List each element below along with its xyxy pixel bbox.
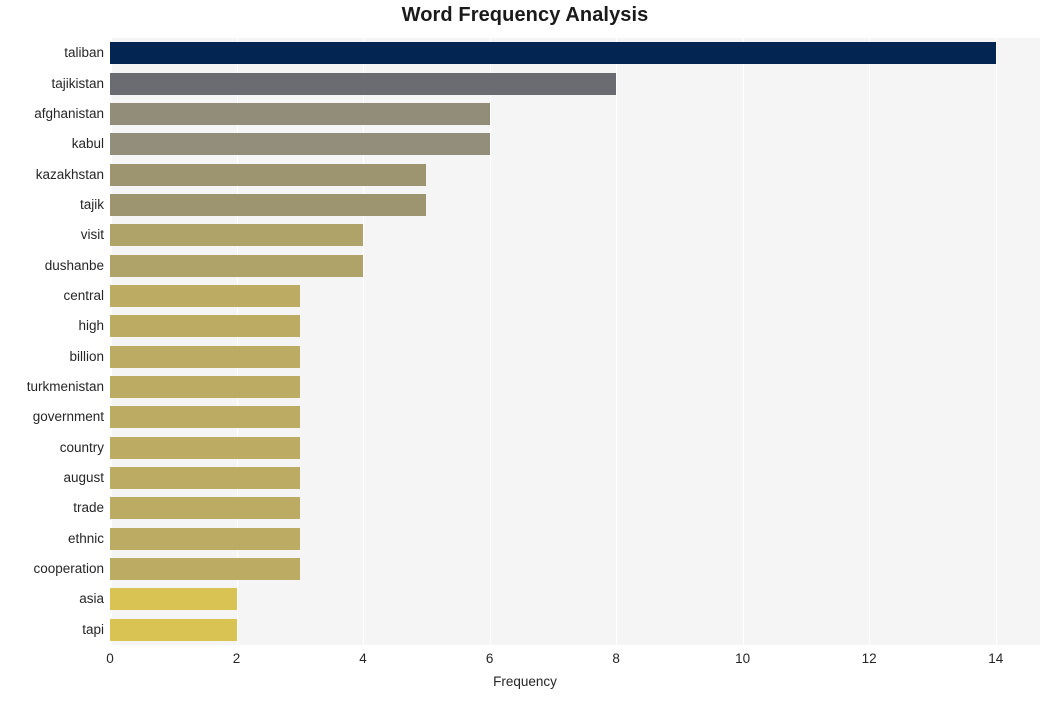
plot-area	[110, 38, 1040, 645]
bar-august[interactable]	[110, 467, 300, 490]
y-tick-label-tapi: tapi	[82, 621, 104, 637]
x-tick-label-0: 0	[106, 651, 114, 666]
bar-trade[interactable]	[110, 497, 300, 520]
bar-dushanbe[interactable]	[110, 254, 364, 277]
chart-title: Word Frequency Analysis	[401, 4, 649, 26]
x-tick-label-2: 2	[232, 651, 241, 666]
bar-kazakhstan[interactable]	[110, 163, 427, 186]
y-tick-label-visit: visit	[80, 227, 104, 243]
bar-kabul[interactable]	[110, 133, 490, 156]
x-tick-label-14: 14	[988, 651, 1004, 666]
bar-cooperation[interactable]	[110, 558, 300, 581]
y-tick-label-central: central	[63, 287, 104, 303]
y-tick-label-country: country	[59, 439, 104, 455]
y-tick-label-tajikistan: tajikistan	[51, 75, 104, 91]
y-tick-label-tajik: tajik	[79, 196, 104, 212]
bar-ethnic[interactable]	[110, 527, 300, 550]
y-tick-label-cooperation: cooperation	[33, 561, 104, 577]
bar-asia[interactable]	[110, 588, 237, 611]
x-axis-tick-labels: 0 2 4 6 8 10 12 14	[0, 645, 1050, 675]
y-tick-label-afghanistan: afghanistan	[34, 105, 104, 121]
bar-tajik[interactable]	[110, 193, 427, 216]
bar-tapi[interactable]	[110, 618, 237, 641]
y-tick-label-government: government	[32, 409, 104, 425]
bars-layer	[110, 38, 1040, 645]
bar-taliban[interactable]	[110, 42, 996, 65]
y-tick-label-ethnic: ethnic	[67, 530, 104, 546]
word-frequency-bar-chart: Word Frequency Analysis taliban tajikista…	[0, 0, 1050, 701]
y-tick-label-asia: asia	[79, 591, 104, 607]
y-tick-label-august: august	[63, 470, 104, 486]
y-tick-label-billion: billion	[69, 348, 104, 364]
bar-afghanistan[interactable]	[110, 102, 490, 125]
bar-visit[interactable]	[110, 224, 364, 247]
y-tick-label-dushanbe: dushanbe	[44, 257, 104, 273]
bar-billion[interactable]	[110, 345, 300, 368]
x-tick-label-6: 6	[485, 651, 494, 666]
y-tick-label-high: high	[78, 318, 104, 334]
x-tick-label-4: 4	[359, 651, 367, 666]
bar-high[interactable]	[110, 315, 300, 338]
y-tick-label-turkmenistan: turkmenistan	[26, 379, 104, 395]
y-axis-tick-labels: taliban tajikistan afghanistan kabul kazakhs…	[0, 38, 104, 645]
bar-tajikistan[interactable]	[110, 72, 617, 95]
x-tick-label-10: 10	[735, 651, 751, 666]
x-tick-label-8: 8	[612, 651, 620, 666]
x-axis-title: Frequency	[493, 674, 557, 689]
y-tick-label-trade: trade	[73, 500, 104, 516]
bar-government[interactable]	[110, 406, 300, 429]
bar-turkmenistan[interactable]	[110, 376, 300, 399]
y-tick-label-kabul: kabul	[71, 136, 104, 152]
bar-central[interactable]	[110, 284, 300, 307]
y-tick-label-kazakhstan: kazakhstan	[35, 166, 104, 182]
bar-country[interactable]	[110, 436, 300, 459]
x-tick-label-12: 12	[861, 651, 877, 666]
y-tick-label-taliban: taliban	[64, 45, 104, 61]
